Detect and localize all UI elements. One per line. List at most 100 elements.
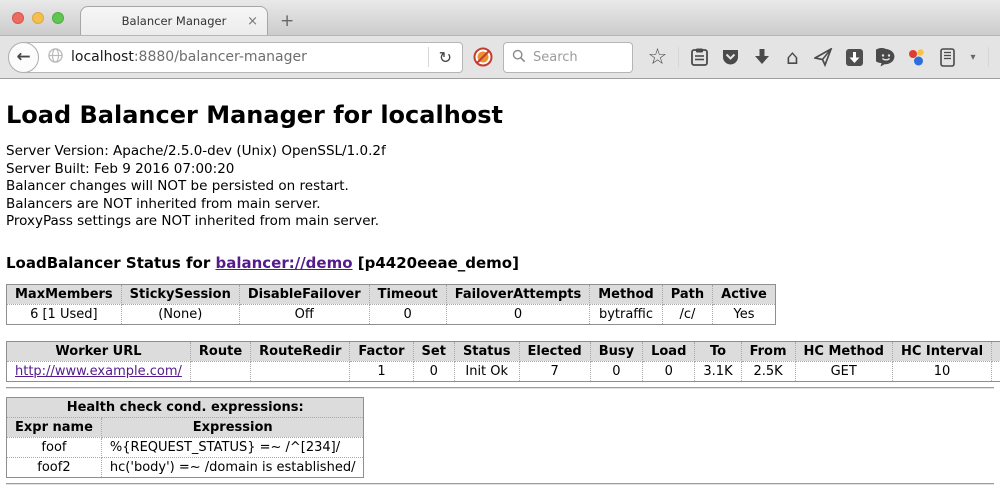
worker-url-link[interactable]: http://www.example.com/ <box>15 364 182 379</box>
col-header: HC Method <box>795 341 892 361</box>
col-header: Active <box>713 284 776 304</box>
health-table-title: Health check cond. expressions: <box>7 397 364 417</box>
table-header-row: Worker URL Route RouteRedir Factor Set S… <box>7 341 1000 361</box>
page-title: Load Balancer Manager for localhost <box>6 101 994 129</box>
window-controls <box>12 12 64 24</box>
cell-routeredir <box>251 361 350 381</box>
col-header: Busy <box>590 341 642 361</box>
bottom-divider <box>6 483 994 485</box>
col-header: Status <box>454 341 519 361</box>
toolbar-divider <box>988 47 989 67</box>
colored-dots-extension-icon[interactable] <box>906 47 927 68</box>
col-header: StickySession <box>121 284 239 304</box>
table-row: foof2 hc('body') =~ /domain is establish… <box>7 457 364 477</box>
reload-button[interactable]: ↻ <box>429 48 462 67</box>
balancer-settings-table: MaxMembers StickySession DisableFailover… <box>6 284 776 325</box>
col-header: Passes <box>992 341 1000 361</box>
col-header: Worker URL <box>7 341 191 361</box>
sidebar-extension-icon[interactable] <box>937 47 958 68</box>
toolbar-icons: ☆ ⌂ <box>647 47 1000 68</box>
back-button[interactable]: ← <box>8 42 39 73</box>
col-header: Method <box>590 284 662 304</box>
cell-worker-url: http://www.example.com/ <box>7 361 191 381</box>
cell-expression: hc('body') =~ /domain is established/ <box>101 457 364 477</box>
url-path: :8880/balancer-manager <box>134 49 307 65</box>
page-content: Load Balancer Manager for localhost Serv… <box>0 101 1000 485</box>
minimize-window-button[interactable] <box>32 12 44 24</box>
heading-suffix: [p4420eeae_demo] <box>353 254 519 272</box>
col-header: Path <box>662 284 712 304</box>
cell-timeout: 0 <box>369 304 446 324</box>
home-icon[interactable]: ⌂ <box>782 47 803 68</box>
bookmark-star-icon[interactable]: ☆ <box>647 47 668 68</box>
tab-balancer-manager[interactable]: Balancer Manager × <box>80 6 268 35</box>
reading-list-icon[interactable] <box>689 47 710 68</box>
globe-icon <box>48 48 63 67</box>
cell-passes: 1 (0) <box>992 361 1000 381</box>
cell-load: 0 <box>643 361 695 381</box>
overflow-caret-icon[interactable]: ▾ <box>968 47 978 68</box>
tab-title: Balancer Manager <box>122 14 227 28</box>
send-icon[interactable] <box>813 47 834 68</box>
col-header: From <box>741 341 795 361</box>
cell-elected: 7 <box>519 361 590 381</box>
cell-route <box>190 361 250 381</box>
cell-stickysession: (None) <box>121 304 239 324</box>
proxypass-warning-line: ProxyPass settings are NOT inherited fro… <box>6 213 994 231</box>
cell-factor: 1 <box>350 361 413 381</box>
cell-active: Yes <box>713 304 776 324</box>
pocket-icon[interactable] <box>720 47 741 68</box>
col-header: MaxMembers <box>7 284 122 304</box>
chat-smiley-icon[interactable] <box>875 47 896 68</box>
col-header: Route <box>190 341 250 361</box>
toolbar-divider <box>678 47 679 67</box>
table-header-row: MaxMembers StickySession DisableFailover… <box>7 284 776 304</box>
col-header: Expression <box>101 417 364 437</box>
cell-path: /c/ <box>662 304 712 324</box>
titlebar: Balancer Manager × + <box>0 0 1000 36</box>
col-header: FailoverAttempts <box>446 284 590 304</box>
balancer-status-heading: LoadBalancer Status for balancer://demo … <box>6 254 994 272</box>
new-tab-button[interactable]: + <box>280 13 294 30</box>
col-header: To <box>695 341 741 361</box>
url-bar[interactable]: localhost:8880/balancer-manager ↻ <box>23 42 463 73</box>
search-bar[interactable]: Search <box>503 42 633 73</box>
search-placeholder: Search <box>533 50 578 65</box>
cell-to: 3.1K <box>695 361 741 381</box>
cell-disablefailover: Off <box>239 304 369 324</box>
cell-from: 2.5K <box>741 361 795 381</box>
navigation-toolbar: ← localhost:8880/balancer-manager ↻ Sear… <box>0 36 1000 79</box>
worker-table: Worker URL Route RouteRedir Factor Set S… <box>6 341 1000 382</box>
heading-prefix: LoadBalancer Status for <box>6 254 215 272</box>
col-header: Expr name <box>7 417 102 437</box>
cell-expression: %{REQUEST_STATUS} =~ /^[234]/ <box>101 437 364 457</box>
cell-busy: 0 <box>590 361 642 381</box>
url-domain: localhost <box>71 49 134 65</box>
downloads-icon[interactable] <box>751 47 772 68</box>
close-window-button[interactable] <box>12 12 24 24</box>
cell-hc-method: GET <box>795 361 892 381</box>
persist-warning-line: Balancer changes will NOT be persisted o… <box>6 178 994 196</box>
col-header: HC Interval <box>892 341 991 361</box>
table-row: foof %{REQUEST_STATUS} =~ /^[234]/ <box>7 437 364 457</box>
server-version-line: Server Version: Apache/2.5.0-dev (Unix) … <box>6 143 994 161</box>
browser-window: Balancer Manager × + ← localhost:8880/ba… <box>0 0 1000 491</box>
table-title-row: Health check cond. expressions: <box>7 397 364 417</box>
url-text[interactable]: localhost:8880/balancer-manager <box>71 49 307 65</box>
col-header: DisableFailover <box>239 284 369 304</box>
col-header: Timeout <box>369 284 446 304</box>
close-tab-icon[interactable]: × <box>247 15 258 28</box>
content-blocker-icon[interactable] <box>473 47 493 67</box>
col-header: RouteRedir <box>251 341 350 361</box>
section-divider <box>6 387 994 389</box>
cell-expr-name: foof2 <box>7 457 102 477</box>
video-download-icon[interactable] <box>844 47 865 68</box>
search-icon <box>512 48 526 67</box>
col-header: Factor <box>350 341 413 361</box>
zoom-window-button[interactable] <box>52 12 64 24</box>
balancer-demo-link[interactable]: balancer://demo <box>215 254 352 272</box>
server-built-line: Server Built: Feb 9 2016 07:00:20 <box>6 161 994 179</box>
cell-set: 0 <box>413 361 454 381</box>
worker-row: http://www.example.com/ 1 0 Init Ok 7 0 … <box>7 361 1000 381</box>
table-header-row: Expr name Expression <box>7 417 364 437</box>
